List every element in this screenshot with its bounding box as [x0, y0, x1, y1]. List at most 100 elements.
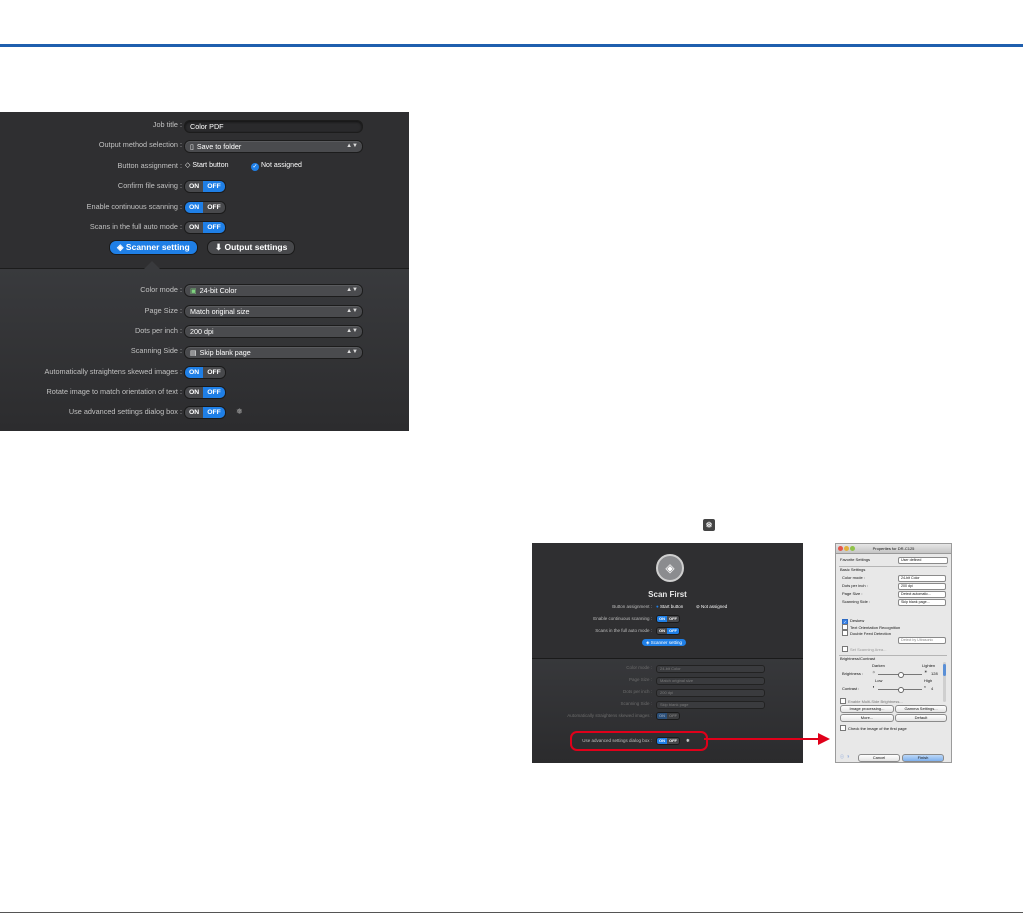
- callout-line: [704, 738, 818, 740]
- full-auto-mode-label: Scans in the full auto mode :: [89, 222, 182, 231]
- check-circle-icon: ✓: [251, 163, 259, 171]
- advanced-setting-highlight: [570, 731, 708, 751]
- color-mode-label: Color mode :: [140, 285, 182, 294]
- check-first-page-checkbox[interactable]: Check the image of the first page: [840, 725, 907, 732]
- tab-output-settings[interactable]: ⬇ Output settings: [207, 240, 296, 255]
- brightness-value: 128: [931, 671, 938, 676]
- contrast-value: 4: [931, 686, 934, 691]
- gamma-settings-button[interactable]: Gamma Settings...: [895, 705, 947, 713]
- dpi-label: Dots per inch :: [622, 689, 652, 694]
- continuous-toggle[interactable]: ON OFF: [656, 615, 680, 623]
- more-button[interactable]: More...: [840, 714, 894, 722]
- start-button-option[interactable]: ● Start button: [656, 602, 683, 611]
- output-method-label: Output method selection :: [98, 140, 182, 149]
- scanning-side-select[interactable]: Skip blank page: [656, 701, 765, 709]
- continuous-scanning-toggle[interactable]: ON OFF: [184, 201, 226, 214]
- scanning-side-select[interactable]: ▤ Skip blank page ▲▼: [184, 346, 363, 359]
- basic-settings-heading: Basic Settings: [840, 567, 866, 572]
- folder-icon: ▯: [190, 144, 194, 151]
- footer-rule: [0, 912, 1023, 913]
- contrast-label: Contrast :: [842, 686, 860, 691]
- advanced-toggle[interactable]: ON OFF: [184, 406, 226, 419]
- confirm-file-saving-toggle[interactable]: ON OFF: [184, 180, 226, 193]
- scan-first-title: Scan First: [648, 590, 687, 599]
- gear-icon[interactable]: ❅: [236, 407, 243, 416]
- callout-arrow-icon: [818, 733, 830, 745]
- straighten-label: Automatically straightens skewed images …: [44, 367, 183, 376]
- page-size-select[interactable]: Match original size: [656, 677, 765, 685]
- page-size-label: Page Size :: [842, 591, 863, 596]
- scan-first-panel: ◈ Scan First Button assignment : ● Start…: [532, 543, 803, 763]
- job-title-label: Job title :: [152, 120, 182, 129]
- detect-by-select[interactable]: Detect by Ultrasonic: [898, 637, 946, 644]
- button-assignment-label: Button assignment :: [117, 161, 183, 170]
- low-label: Low: [875, 678, 883, 683]
- color-swatch-icon: ▣: [190, 288, 197, 295]
- dpi-label: Dots per inch :: [134, 326, 182, 335]
- sun-light-icon: ☀: [924, 669, 928, 674]
- scanning-side-select[interactable]: Skip blank page...: [898, 599, 946, 606]
- contrast-thumb[interactable]: [898, 687, 904, 693]
- set-scanning-area-checkbox[interactable]: Set Scanning Area...: [842, 646, 886, 653]
- contrast-low-icon: ◑: [872, 684, 875, 689]
- full-auto-mode-toggle[interactable]: ON OFF: [184, 221, 226, 234]
- scrollbar[interactable]: [943, 662, 946, 702]
- tab-scanner-setting[interactable]: ◈ Scanner setting: [109, 240, 198, 255]
- start-diamond-icon: ◇: [185, 162, 191, 169]
- dpi-label: Dots per inch :: [842, 583, 868, 588]
- favorite-settings-label: Favorite Settings: [840, 557, 871, 562]
- brightness-label: Brightness :: [842, 671, 864, 676]
- color-mode-label: Color mode :: [626, 665, 652, 670]
- color-mode-label: Color mode :: [842, 575, 865, 580]
- select-arrows-icon: ▲▼: [346, 308, 358, 314]
- double-feed-checkbox[interactable]: Double Feed Detection: [842, 630, 891, 637]
- select-arrows-icon: ▲▼: [346, 349, 358, 355]
- download-arrow-icon: ⬇: [215, 242, 223, 252]
- dpi-select[interactable]: 200 dpi: [656, 689, 765, 697]
- finish-button[interactable]: Finish: [902, 754, 944, 762]
- start-button-option[interactable]: ◇ Start button: [185, 158, 229, 174]
- full-auto-toggle[interactable]: ON OFF: [656, 627, 680, 635]
- button-assignment-label: Button assignment :: [612, 604, 652, 609]
- gear-icon: ❅: [703, 519, 715, 531]
- default-button[interactable]: Default: [895, 714, 947, 722]
- color-mode-select[interactable]: ▣ 24-bit Color ▲▼: [184, 284, 363, 297]
- dpi-select[interactable]: 200 dpi: [898, 583, 946, 590]
- help-icon[interactable]: ?: [847, 754, 849, 760]
- properties-dialog: Properties for DR-C125 Favorite Settings…: [835, 543, 952, 763]
- scanning-side-label: Scanning Side :: [842, 599, 871, 604]
- not-assigned-icon: ⊘: [696, 604, 700, 609]
- straighten-toggle[interactable]: ON OFF: [656, 712, 680, 720]
- rotate-toggle[interactable]: ON OFF: [184, 386, 226, 399]
- page-icon: ▤: [190, 350, 197, 357]
- scanner-setting-button[interactable]: ◈ Scanner setting: [642, 639, 687, 646]
- color-mode-select[interactable]: 24-bit Color: [898, 575, 946, 582]
- scan-diamond-icon[interactable]: ◈: [656, 554, 684, 582]
- page-size-select[interactable]: Detect automatic...: [898, 591, 946, 598]
- not-assigned-option[interactable]: ✓ Not assigned: [251, 158, 302, 174]
- color-mode-select[interactable]: 24-bit Color: [656, 665, 765, 673]
- brightness-thumb[interactable]: [898, 672, 904, 678]
- straighten-toggle[interactable]: ON OFF: [184, 366, 226, 379]
- dpi-select[interactable]: 200 dpi ▲▼: [184, 325, 363, 338]
- scanner-diamond-icon: ◈: [117, 242, 124, 252]
- dialog-titlebar: Properties for DR-C125: [836, 544, 951, 554]
- select-arrows-icon: ▲▼: [346, 328, 358, 334]
- page-size-label: Page Size :: [628, 677, 652, 682]
- not-assigned-option[interactable]: ⊘ Not assigned: [696, 602, 727, 611]
- continuous-scanning-label: Enable continuous scanning :: [86, 202, 182, 211]
- job-settings-panel: Job title : Color PDF Output method sele…: [0, 112, 409, 431]
- page-size-select[interactable]: Match original size ▲▼: [184, 305, 363, 318]
- job-title-input[interactable]: Color PDF: [184, 120, 363, 133]
- cancel-button[interactable]: Cancel: [858, 754, 900, 762]
- continuous-label: Enable continuous scanning :: [593, 616, 652, 621]
- info-icon[interactable]: ⓘ: [840, 754, 844, 760]
- select-arrows-icon: ▲▼: [346, 143, 358, 149]
- favorite-settings-select[interactable]: User defined: [898, 557, 948, 564]
- image-processing-button[interactable]: Image processing...: [840, 705, 894, 713]
- full-auto-label: Scans in the full auto mode :: [595, 628, 652, 633]
- header-rule: [0, 44, 1023, 47]
- output-method-select[interactable]: ▯ Save to folder ▲▼: [184, 140, 363, 153]
- dialog-title: Properties for DR-C125: [872, 546, 915, 551]
- enable-multi-checkbox[interactable]: Enable Multi-Side Brightness...: [840, 698, 903, 705]
